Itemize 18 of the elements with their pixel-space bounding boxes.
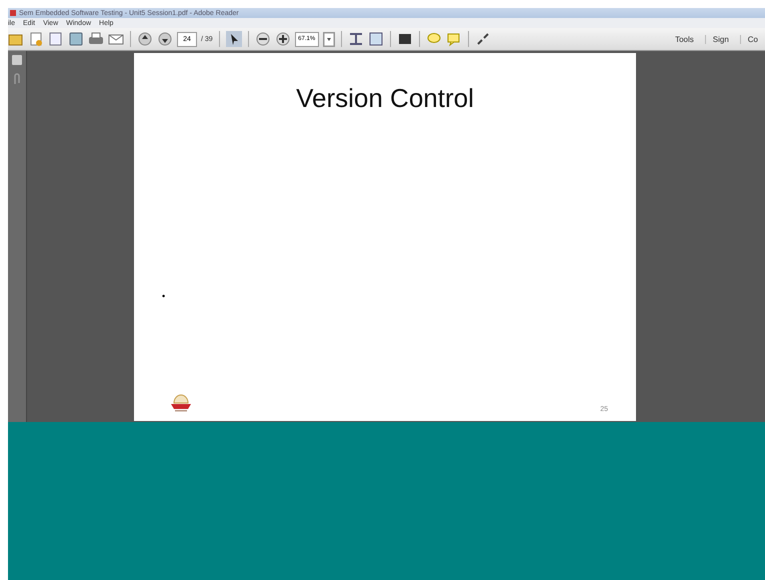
fit-page-icon[interactable] [368,31,384,47]
slide-title: Version Control [295,83,475,114]
print-icon[interactable] [88,31,104,47]
app-icon [10,10,16,16]
edit-icon[interactable] [48,31,64,47]
cursor-icon[interactable] [226,31,242,47]
save-icon[interactable] [68,31,84,47]
toolbar-button[interactable]: Sign [704,34,736,44]
fit-width-icon[interactable] [348,31,364,47]
paperclip-icon[interactable] [12,73,22,85]
zoom-out-icon[interactable] [254,31,271,47]
zoom-in-icon[interactable] [274,31,291,47]
toolbar-button[interactable]: Tools [668,34,701,44]
dropdown-icon[interactable] [322,32,335,46]
toolbar-button[interactable]: Co [740,34,765,44]
bullet-point: • [162,291,166,301]
document-icon[interactable] [28,31,44,47]
highlight-comment-icon[interactable] [446,31,462,47]
